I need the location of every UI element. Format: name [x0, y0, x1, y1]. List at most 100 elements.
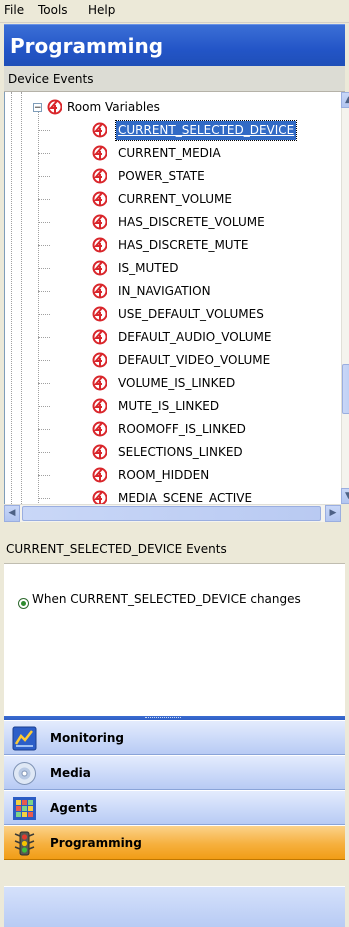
menu-help[interactable]: Help — [88, 3, 115, 17]
tree-item-label: USE_DEFAULT_VOLUMES — [118, 307, 264, 321]
tree-item-variable[interactable]: CURRENT_SELECTED_DEVICE — [5, 119, 341, 142]
nav-label: Media — [50, 766, 91, 780]
menu-file[interactable]: File — [4, 3, 24, 17]
variable-icon — [92, 421, 107, 437]
tree-vertical-scrollbar[interactable]: ▲ ▼ — [341, 92, 349, 504]
scroll-left-button[interactable]: ◀ — [4, 505, 20, 522]
tree-item-variable[interactable]: POWER_STATE — [5, 165, 341, 188]
nav-label: Monitoring — [50, 731, 124, 745]
tree-branch-line — [38, 475, 50, 476]
tree-item-variable[interactable]: USE_DEFAULT_VOLUMES — [5, 303, 341, 326]
tree-item-variable[interactable]: ROOMOFF_IS_LINKED — [5, 418, 341, 441]
tree-branch-line — [38, 406, 50, 407]
tree-branch-line — [38, 360, 50, 361]
variable-icon — [92, 306, 107, 322]
variable-icon — [92, 237, 107, 253]
event-radio[interactable] — [18, 598, 29, 609]
tree-item-variable[interactable]: ROOM_HIDDEN — [5, 464, 341, 487]
tree-item-variable[interactable]: HAS_DISCRETE_MUTE — [5, 234, 341, 257]
events-panel-title: CURRENT_SELECTED_DEVICE Events — [4, 534, 345, 564]
tree-item-label: IS_MUTED — [118, 261, 179, 275]
programming-icon — [14, 831, 35, 856]
tree-item-label: DEFAULT_AUDIO_VOLUME — [118, 330, 272, 344]
tree-item-variable[interactable]: DEFAULT_AUDIO_VOLUME — [5, 326, 341, 349]
variable-icon — [92, 145, 107, 161]
tree-item-variable[interactable]: MUTE_IS_LINKED — [5, 395, 341, 418]
tree-branch-line — [38, 176, 50, 177]
tree-item-label: ROOM_HIDDEN — [118, 468, 210, 482]
variable-icon — [47, 99, 62, 115]
tree-item-label: Room Variables — [67, 100, 160, 114]
tree-item-label: MEDIA_SCENE_ACTIVE — [118, 491, 253, 504]
tree-item-label: POWER_STATE — [118, 169, 205, 183]
tree-item-variable[interactable]: MEDIA_SCENE_ACTIVE — [5, 487, 341, 504]
scroll-track[interactable] — [341, 92, 349, 504]
tree-branch-line — [38, 222, 50, 223]
page-title: Programming — [4, 24, 345, 66]
menu-tools[interactable]: Tools — [38, 3, 68, 17]
variable-icon — [92, 214, 107, 230]
tree-item-label: HAS_DISCRETE_MUTE — [118, 238, 249, 252]
nav-label: Agents — [50, 801, 98, 815]
tree-branch-line — [38, 153, 50, 154]
nav-monitoring-button[interactable]: Monitoring — [4, 720, 345, 755]
scroll-down-button[interactable]: ▼ — [341, 488, 349, 504]
variable-icon — [92, 329, 107, 345]
variable-icon — [92, 467, 107, 483]
tree-item-variable[interactable]: HAS_DISCRETE_VOLUME — [5, 211, 341, 234]
collapse-toggle[interactable]: − — [33, 103, 42, 113]
tree-item-label: CURRENT_SELECTED_DEVICE — [114, 120, 298, 141]
agents-icon — [13, 797, 36, 820]
tree-item-variable[interactable]: IN_NAVIGATION — [5, 280, 341, 303]
device-events-header: Device Events — [4, 66, 345, 92]
tree-item-label: MUTE_IS_LINKED — [118, 399, 220, 413]
tree-branch-line — [38, 337, 50, 338]
nav-agents-button[interactable]: Agents — [4, 790, 345, 825]
events-panel: When CURRENT_SELECTED_DEVICE changes — [4, 564, 345, 716]
tree-item-label: IN_NAVIGATION — [118, 284, 211, 298]
tree-horizontal-scrollbar[interactable]: ◀ ▶ — [4, 504, 341, 522]
tree-item-variable[interactable]: SELECTIONS_LINKED — [5, 441, 341, 464]
tree-branch-line — [38, 383, 50, 384]
variable-icon — [92, 375, 107, 391]
tree-item-label: DEFAULT_VIDEO_VOLUME — [118, 353, 271, 367]
variable-icon — [92, 352, 107, 368]
tree-item-variable[interactable]: CURRENT_MEDIA — [5, 142, 341, 165]
tree-branch-line — [38, 291, 50, 292]
media-icon — [13, 762, 36, 785]
tree-branch-line — [38, 268, 50, 269]
tree-item-label: HAS_DISCRETE_VOLUME — [118, 215, 265, 229]
variable-icon — [92, 122, 107, 138]
variable-icon — [92, 260, 107, 276]
variable-icon — [92, 490, 107, 504]
scroll-thumb[interactable] — [22, 506, 321, 521]
tree-item-room-variables[interactable]: − Room Variables — [5, 96, 335, 504]
tree-branch-line — [38, 314, 50, 315]
nav-label: Programming — [50, 836, 142, 850]
tree-item-variable[interactable]: VOLUME_IS_LINKED — [5, 372, 341, 395]
monitoring-icon — [12, 726, 37, 751]
tree-item-variable[interactable]: CURRENT_VOLUME — [5, 188, 341, 211]
scroll-right-button[interactable]: ▶ — [325, 505, 341, 522]
event-text: When CURRENT_SELECTED_DEVICE changes — [32, 592, 301, 606]
tree-branch-line — [38, 498, 50, 499]
tree-item-label: CURRENT_MEDIA — [118, 146, 221, 160]
nav-programming-button[interactable]: Programming — [4, 825, 345, 860]
tree-item-label: CURRENT_VOLUME — [118, 192, 232, 206]
variable-icon — [92, 398, 107, 414]
tree-branch-line — [38, 429, 50, 430]
tree-item-label: VOLUME_IS_LINKED — [118, 376, 236, 390]
nav-media-button[interactable]: Media — [4, 755, 345, 790]
tree-branch-line — [38, 452, 50, 453]
tree-item-variable[interactable]: DEFAULT_VIDEO_VOLUME — [5, 349, 341, 372]
tree-branch-line — [38, 245, 50, 246]
menu-bar: File Tools Help — [0, 0, 349, 23]
scroll-thumb[interactable] — [342, 364, 349, 414]
nav-footer — [4, 886, 345, 927]
variable-icon — [92, 444, 107, 460]
scroll-up-button[interactable]: ▲ — [341, 92, 349, 108]
variable-icon — [92, 283, 107, 299]
tree-item-variable[interactable]: IS_MUTED — [5, 257, 341, 280]
tree-item-label: ROOMOFF_IS_LINKED — [118, 422, 246, 436]
variable-icon — [92, 168, 107, 184]
